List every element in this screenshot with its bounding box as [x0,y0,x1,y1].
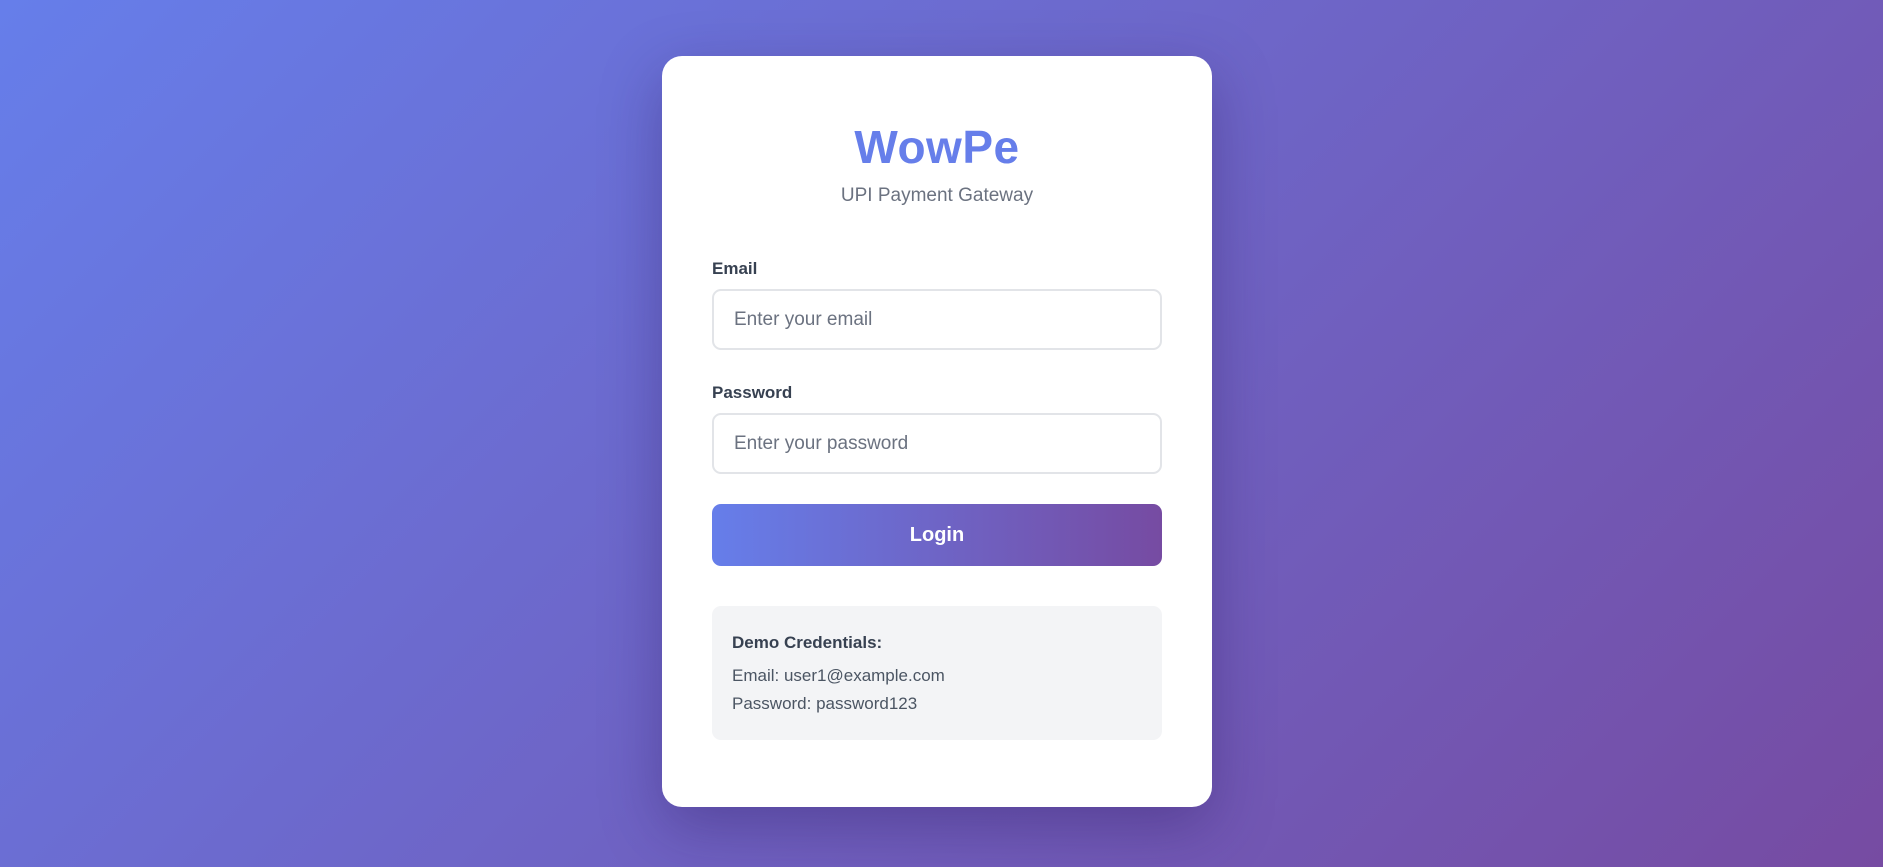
email-label: Email [712,259,758,278]
password-input[interactable] [712,413,1162,474]
demo-email-line: Email: user1@example.com [732,666,945,685]
password-label: Password [712,383,793,402]
login-form: Email Password Login [712,258,1162,566]
email-group: Email [712,258,1162,350]
login-card: WowPe UPI Payment Gateway Email Password… [662,56,1212,807]
demo-password-line: Password: password123 [732,694,918,713]
demo-credentials-title: Demo Credentials: [732,633,883,652]
login-button[interactable]: Login [712,504,1162,566]
email-input[interactable] [712,289,1162,350]
password-group: Password [712,382,1162,474]
brand-subtitle: UPI Payment Gateway [840,185,1034,206]
brand-title: WowPe [854,121,1020,173]
demo-credentials-box: Demo Credentials: Email: user1@example.c… [712,606,1162,740]
